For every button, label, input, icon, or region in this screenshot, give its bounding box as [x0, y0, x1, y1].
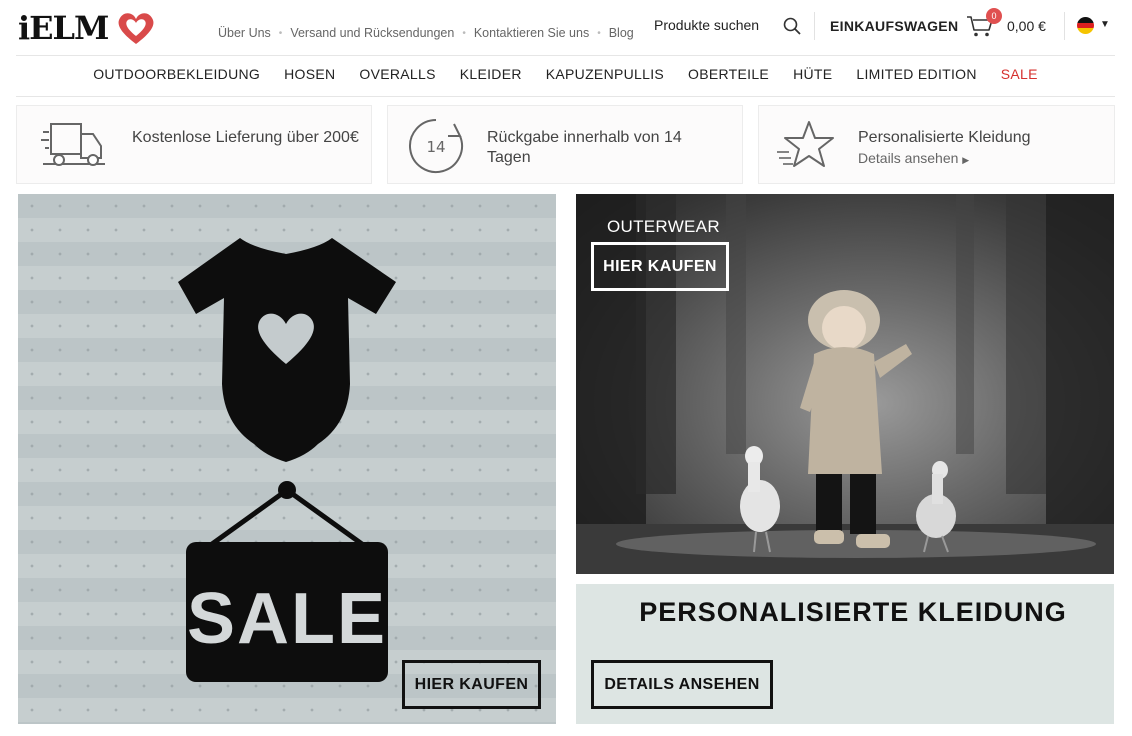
divider [16, 96, 1115, 97]
baby-onesie-icon [178, 238, 396, 462]
feature-delivery-text: Kostenlose Lieferung über 200€ [132, 129, 359, 146]
outerwear-shop-button[interactable]: HIER KAUFEN [591, 242, 729, 291]
header-divider [814, 12, 815, 40]
cart-label[interactable]: EINKAUFSWAGEN [830, 18, 958, 34]
personalized-details-button[interactable]: DETAILS ANSEHEN [591, 660, 773, 709]
nav-item-limited[interactable]: LIMITED EDITION [856, 66, 976, 82]
nav-item-kapuzenpullis[interactable]: KAPUZENPULLIS [546, 66, 664, 82]
cart-total[interactable]: 0,00 € [1007, 18, 1046, 34]
nav-item-kleider[interactable]: KLEIDER [460, 66, 522, 82]
details-link[interactable]: Details ansehen ▶ [858, 148, 1098, 170]
divider [16, 55, 1115, 56]
top-links: Über Uns • Versand und Rücksendungen • K… [218, 26, 634, 40]
star-icon [777, 121, 834, 167]
nav-item-oberteile[interactable]: OBERTEILE [688, 66, 769, 82]
returns-badge-number: 14 [426, 138, 445, 156]
nav-item-outdoor[interactable]: OUTDOORBEKLEIDUNG [93, 66, 260, 82]
link-about[interactable]: Über Uns [218, 26, 271, 40]
sale-banner[interactable]: SALE HIER KAUFEN [18, 194, 556, 724]
feature-returns: 14 Rückgabe innerhalb von 14 Tagen [387, 105, 743, 184]
feature-returns-text: Rückgabe innerhalb von 14 Tagen [487, 129, 682, 166]
nav-item-hosen[interactable]: HOSEN [284, 66, 335, 82]
cart-count-badge: 0 [986, 8, 1002, 24]
nav-item-sale[interactable]: SALE [1001, 66, 1038, 82]
heart-logo-icon [119, 13, 154, 44]
search-icon[interactable] [782, 16, 802, 36]
logo-text: iELM [18, 9, 109, 47]
header-divider [1064, 12, 1065, 40]
nav-item-overalls[interactable]: OVERALLS [359, 66, 435, 82]
truck-icon [41, 123, 105, 166]
logo[interactable]: iELM [18, 8, 163, 48]
link-blog[interactable]: Blog [609, 26, 634, 40]
feature-delivery: Kostenlose Lieferung über 200€ [16, 105, 372, 184]
nav-item-huete[interactable]: HÜTE [793, 66, 832, 82]
german-flag-icon[interactable] [1077, 17, 1094, 34]
details-link-label[interactable]: Details ansehen [858, 150, 958, 166]
outerwear-label: OUTERWEAR [607, 217, 720, 236]
link-shipping[interactable]: Versand und Rücksendungen [290, 26, 454, 40]
feature-personalized-text: Personalisierte Kleidung [858, 129, 1031, 146]
feature-personalized: Personalisierte Kleidung Details ansehen… [758, 105, 1115, 184]
sale-sign-text: SALE [187, 579, 387, 659]
chevron-down-icon[interactable]: ▼ [1100, 19, 1110, 30]
search-label[interactable]: Produkte suchen [654, 17, 759, 33]
personalized-title: PERSONALISIERTE KLEIDUNG [639, 597, 1067, 627]
main-nav: OUTDOORBEKLEIDUNG HOSEN OVERALLS KLEIDER… [16, 66, 1115, 82]
sale-sign-icon: SALE [186, 481, 388, 682]
link-contact[interactable]: Kontaktieren Sie uns [474, 26, 589, 40]
sale-shop-button[interactable]: HIER KAUFEN [402, 660, 541, 709]
return-14-icon: 14 [409, 119, 463, 173]
arrow-right-icon: ▶ [962, 155, 970, 165]
